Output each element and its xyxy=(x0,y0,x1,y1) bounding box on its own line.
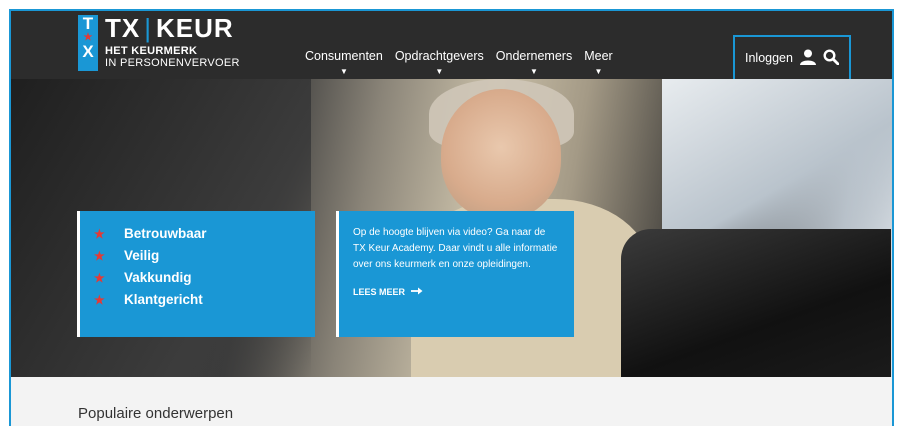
nav-label: Opdrachtgevers xyxy=(394,49,484,63)
value-label: Vakkundig xyxy=(124,270,192,285)
logo-badge[interactable]: T ★ X xyxy=(78,15,98,71)
value-item: ★ Klantgericht xyxy=(94,289,301,311)
read-more-link[interactable]: LEES MEER xyxy=(353,287,560,297)
arrow-right-icon xyxy=(411,287,423,297)
academy-card: Op de hoogte blijven via video? Ga naar … xyxy=(336,211,574,337)
nav-item-ondernemers[interactable]: Ondernemers ▼ xyxy=(496,49,572,76)
hero-window-view xyxy=(662,79,892,239)
logo-subtitle-line2: IN PERSONENVERVOER xyxy=(105,57,240,69)
read-more-label: LEES MEER xyxy=(353,287,406,297)
nav-item-opdrachtgevers[interactable]: Opdrachtgevers ▼ xyxy=(395,49,484,76)
page-frame: T ★ X TX | KEUR HET KEURMERK IN PERSONENVE… xyxy=(9,9,894,426)
nav-item-meer[interactable]: Meer ▼ xyxy=(584,49,612,76)
logo-badge-letter-t: T xyxy=(82,14,94,33)
value-item: ★ Veilig xyxy=(94,245,301,267)
logo-subtitle: HET KEURMERK IN PERSONENVERVOER xyxy=(105,45,240,69)
logo-title[interactable]: TX | KEUR xyxy=(105,13,234,43)
logo-subtitle-line1: HET KEURMERK xyxy=(105,45,198,57)
nav-label: Ondernemers xyxy=(495,49,573,63)
caret-down-icon: ▼ xyxy=(594,67,603,76)
value-item: ★ Vakkundig xyxy=(94,267,301,289)
caret-down-icon: ▼ xyxy=(530,67,538,76)
login-search-area: Inloggen xyxy=(733,35,851,81)
value-label: Betrouwbaar xyxy=(124,226,207,241)
value-label: Klantgericht xyxy=(124,292,203,307)
values-card: ★ Betrouwbaar ★ Veilig ★ Vakkundig ★ Kla… xyxy=(77,211,315,337)
academy-card-text: Op de hoogte blijven via video? Ga naar … xyxy=(353,227,558,270)
nav-label: Meer xyxy=(584,49,613,63)
star-icon: ★ xyxy=(94,293,105,307)
user-icon[interactable] xyxy=(799,49,817,68)
caret-down-icon: ▼ xyxy=(435,67,444,76)
hero-car-console xyxy=(621,229,891,379)
main-nav: Consumenten ▼ Opdrachtgevers ▼ Onderneme… xyxy=(305,49,625,76)
logo-title-tx: TX xyxy=(105,13,141,43)
value-item: ★ Betrouwbaar xyxy=(94,223,301,245)
top-navbar: T ★ X TX | KEUR HET KEURMERK IN PERSONENVE… xyxy=(11,11,892,81)
logo-badge-letter-x: X xyxy=(82,42,94,61)
hero-passenger-face xyxy=(441,89,561,219)
star-icon: ★ xyxy=(94,249,105,263)
search-icon[interactable] xyxy=(823,48,840,68)
hero-banner: ★ Betrouwbaar ★ Veilig ★ Vakkundig ★ Kla… xyxy=(11,79,892,379)
star-icon: ★ xyxy=(94,227,105,241)
logo-divider: | xyxy=(144,13,152,43)
logo-title-keur: KEUR xyxy=(156,13,234,43)
section-title: Populaire onderwerpen xyxy=(78,405,234,422)
caret-down-icon: ▼ xyxy=(339,67,348,76)
nav-label: Consumenten xyxy=(305,49,383,63)
value-label: Veilig xyxy=(124,248,160,263)
content-section: Populaire onderwerpen xyxy=(11,377,892,426)
star-icon: ★ xyxy=(94,271,105,285)
login-link[interactable]: Inloggen xyxy=(745,51,793,65)
nav-item-consumenten[interactable]: Consumenten ▼ xyxy=(305,49,383,76)
